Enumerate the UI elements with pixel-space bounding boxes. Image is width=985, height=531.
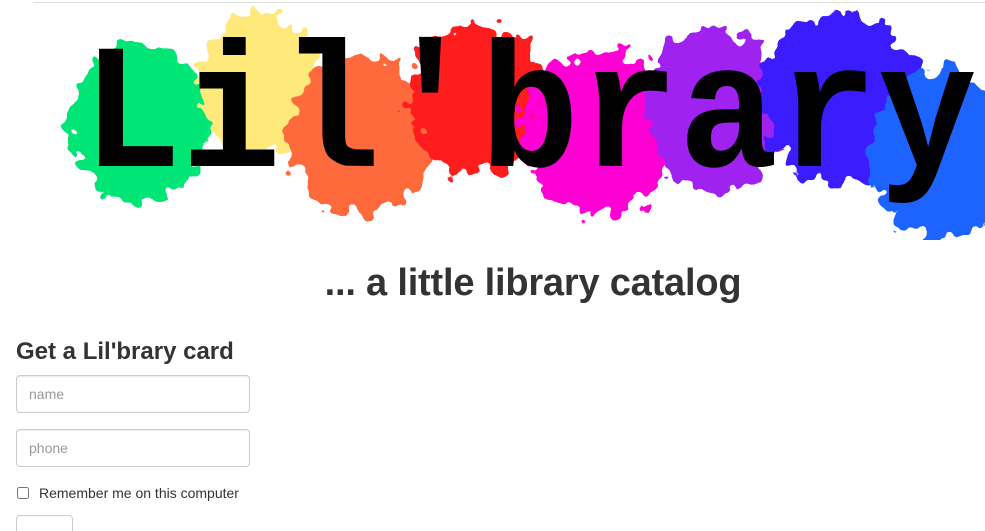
lilbrary-logo: Lil'brary [60,4,985,240]
form-heading: Get a Lil'brary card [16,338,234,365]
library-card-form: Get a Lil'brary card Remember me on this… [16,338,416,531]
name-input[interactable] [16,375,250,413]
page: Lil'brary ... a little library catalog G… [0,0,985,531]
logo-image: Lil'brary [70,14,985,239]
phone-input[interactable] [16,429,250,467]
remember-me-row[interactable]: Remember me on this computer [16,485,416,501]
remember-me-label: Remember me on this computer [39,485,239,501]
submit-button[interactable] [16,515,73,531]
logo-wordmark: Lil'brary [82,19,977,220]
top-divider [33,2,985,3]
remember-me-checkbox[interactable] [17,487,29,499]
tagline: ... a little library catalog [324,262,742,304]
